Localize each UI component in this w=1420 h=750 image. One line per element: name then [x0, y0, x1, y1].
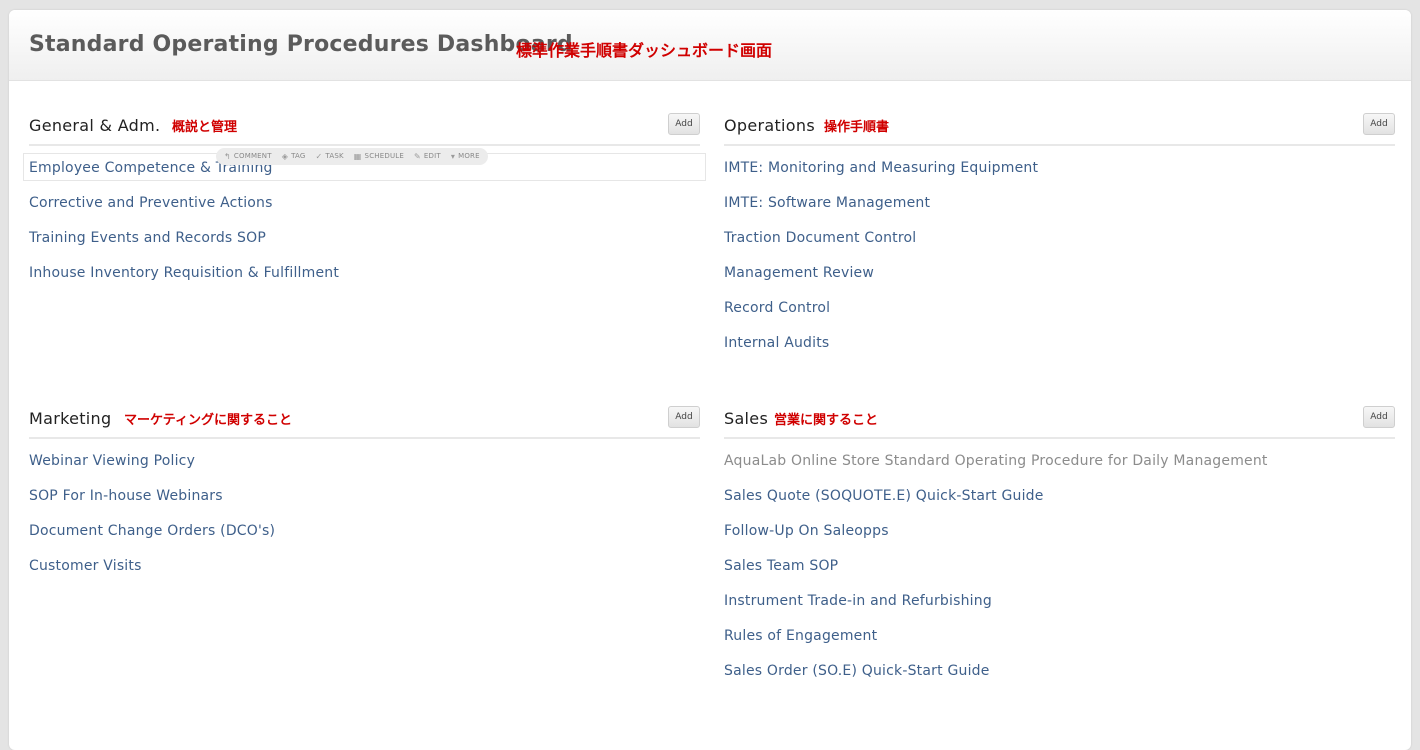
check-icon: ✓ — [315, 152, 323, 161]
section-title: Marketing — [29, 409, 112, 428]
section-header: Operations 操作手順書 Add — [724, 110, 1395, 146]
row-hover-highlight: ↰ COMMENT ◈ TAG ✓ TASK ▦ SCHEDULE ✎ EDIT ▾ MOR… — [23, 148, 706, 181]
section-title: Operations — [724, 116, 815, 135]
sop-link[interactable]: Rules of Engagement — [724, 619, 1395, 654]
sop-link[interactable]: SOP For In-house Webinars — [29, 479, 700, 514]
dashboard-header: Standard Operating Procedures Dashboard … — [9, 10, 1411, 81]
section-sales: Sales 営業に関すること Add AquaLab Online Store … — [724, 403, 1395, 689]
tag-icon: ◈ — [281, 152, 289, 161]
sop-link[interactable]: AquaLab Online Store Standard Operating … — [724, 444, 1395, 479]
section-jp-annotation: マーケティングに関すること — [124, 413, 292, 428]
section-general-adm: General & Adm. 概説と管理 Add ↰ COMMENT ◈ TAG ✓… — [23, 110, 706, 291]
page-title: Standard Operating Procedures Dashboard — [29, 32, 573, 57]
pencil-icon: ✎ — [414, 152, 421, 161]
add-button[interactable]: Add — [668, 113, 700, 135]
sop-link[interactable]: Sales Order (SO.E) Quick-Start Guide — [724, 654, 1395, 689]
sop-link[interactable]: Follow-Up On Saleopps — [724, 514, 1395, 549]
section-header: General & Adm. 概説と管理 Add — [29, 110, 700, 146]
sop-list: AquaLab Online Store Standard Operating … — [724, 444, 1395, 689]
dashboard-card: Standard Operating Procedures Dashboard … — [9, 10, 1411, 750]
section-jp-annotation: 営業に関すること — [774, 413, 879, 428]
tag-action[interactable]: ◈ TAG — [282, 148, 306, 165]
sop-link[interactable]: Sales Quote (SOQUOTE.E) Quick-Start Guid… — [724, 479, 1395, 514]
calendar-icon: ▦ — [353, 152, 362, 161]
sop-link[interactable]: Traction Document Control — [724, 221, 1395, 256]
section-header: Sales 営業に関すること Add — [724, 403, 1395, 439]
section-marketing: Marketing マーケティングに関すること Add Webinar View… — [29, 403, 700, 584]
row-action-bar: ↰ COMMENT ◈ TAG ✓ TASK ▦ SCHEDULE ✎ EDIT ▾ MOR… — [216, 148, 488, 165]
reply-icon: ↰ — [224, 152, 231, 161]
section-operations: Operations 操作手順書 Add IMTE: Monitoring an… — [724, 110, 1395, 361]
section-header: Marketing マーケティングに関すること Add — [29, 403, 700, 439]
sop-link[interactable]: Instrument Trade-in and Refurbishing — [724, 584, 1395, 619]
section-title: Sales — [724, 409, 769, 428]
add-button[interactable]: Add — [1363, 113, 1395, 135]
sop-link[interactable]: Corrective and Preventive Actions — [29, 186, 700, 221]
sop-link[interactable]: Management Review — [724, 256, 1395, 291]
sop-link[interactable]: Record Control — [724, 291, 1395, 326]
chevron-down-icon: ▾ — [450, 152, 456, 161]
sop-link[interactable]: Training Events and Records SOP — [29, 221, 700, 256]
add-button[interactable]: Add — [668, 406, 700, 428]
schedule-action[interactable]: ▦ SCHEDULE — [354, 148, 404, 165]
sop-link[interactable]: ↰ COMMENT ◈ TAG ✓ TASK ▦ SCHEDULE ✎ EDIT ▾ MOR… — [23, 148, 706, 186]
section-title: General & Adm. — [29, 116, 161, 135]
section-jp-annotation: 概説と管理 — [172, 120, 238, 135]
more-action[interactable]: ▾ MORE — [451, 148, 480, 165]
task-action[interactable]: ✓ TASK — [316, 148, 344, 165]
sop-link[interactable]: Webinar Viewing Policy — [29, 444, 700, 479]
page-title-jp-annotation: 標準作業手順書ダッシュボード画面 — [516, 41, 773, 60]
sop-link[interactable]: Customer Visits — [29, 549, 700, 584]
section-jp-annotation: 操作手順書 — [824, 120, 890, 135]
sop-link[interactable]: Internal Audits — [724, 326, 1395, 361]
add-button[interactable]: Add — [1363, 406, 1395, 428]
sop-link[interactable]: Sales Team SOP — [724, 549, 1395, 584]
sop-list: ↰ COMMENT ◈ TAG ✓ TASK ▦ SCHEDULE ✎ EDIT ▾ MOR… — [23, 148, 706, 291]
sop-list: IMTE: Monitoring and Measuring Equipment… — [724, 151, 1395, 361]
sop-link[interactable]: Document Change Orders (DCO's) — [29, 514, 700, 549]
edit-action[interactable]: ✎ EDIT — [414, 148, 441, 165]
sop-link[interactable]: IMTE: Software Management — [724, 186, 1395, 221]
sop-link[interactable]: Inhouse Inventory Requisition & Fulfillm… — [29, 256, 700, 291]
sop-list: Webinar Viewing Policy SOP For In-house … — [29, 444, 700, 584]
sop-link[interactable]: IMTE: Monitoring and Measuring Equipment — [724, 151, 1395, 186]
comment-action[interactable]: ↰ COMMENT — [224, 148, 272, 165]
